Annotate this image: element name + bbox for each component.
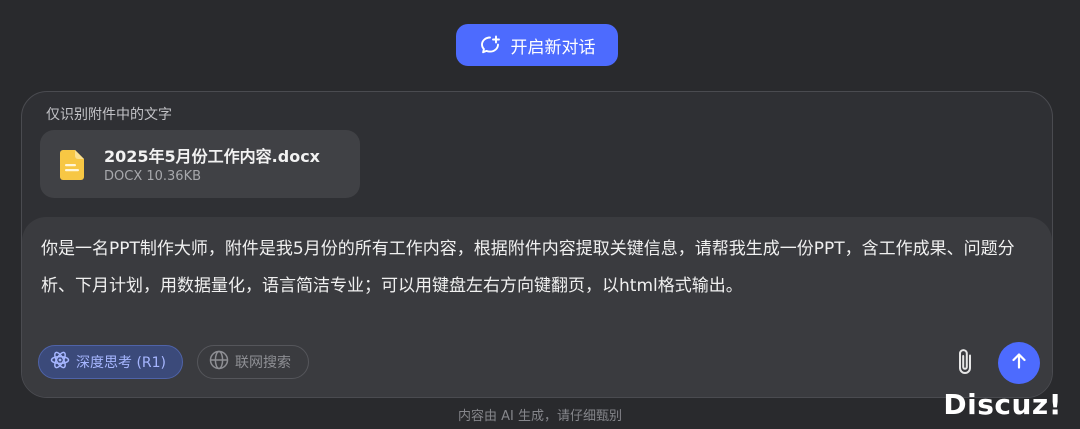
discuz-watermark: Discuz! <box>943 388 1062 421</box>
new-chat-button[interactable]: 开启新对话 <box>456 24 618 66</box>
arrow-up-icon <box>1009 351 1029 375</box>
deep-think-label: 深度思考 (R1) <box>76 355 167 371</box>
attachment-file-name: 2025年5月份工作内容.docx <box>104 147 320 166</box>
chat-composer: 仅识别附件中的文字 2025年5月份工作内容.docx DOCX 10.36KB… <box>21 91 1053 398</box>
document-icon <box>60 150 84 184</box>
ai-disclaimer: 内容由 AI 生成，请仔细甄别 <box>458 409 622 424</box>
message-input[interactable]: 你是一名PPT制作大师，附件是我5月份的所有工作内容，根据附件内容提取关键信息，… <box>22 217 1052 397</box>
attachment-file-meta: DOCX 10.36KB <box>104 169 202 184</box>
new-chat-icon <box>479 34 501 56</box>
message-text[interactable]: 你是一名PPT制作大师，附件是我5月份的所有工作内容，根据附件内容提取关键信息，… <box>41 231 1033 305</box>
web-search-label: 联网搜索 <box>235 355 291 371</box>
globe-icon <box>209 350 229 374</box>
attachment-note: 仅识别附件中的文字 <box>46 107 172 123</box>
new-chat-label: 开启新对话 <box>510 37 596 58</box>
web-search-toggle[interactable]: 联网搜索 <box>197 345 309 379</box>
deep-think-toggle[interactable]: 深度思考 (R1) <box>38 345 183 379</box>
atom-icon <box>50 350 70 374</box>
attachment-file-card[interactable]: 2025年5月份工作内容.docx DOCX 10.36KB <box>40 130 360 198</box>
paperclip-icon[interactable] <box>951 346 979 378</box>
send-button[interactable] <box>998 342 1040 384</box>
